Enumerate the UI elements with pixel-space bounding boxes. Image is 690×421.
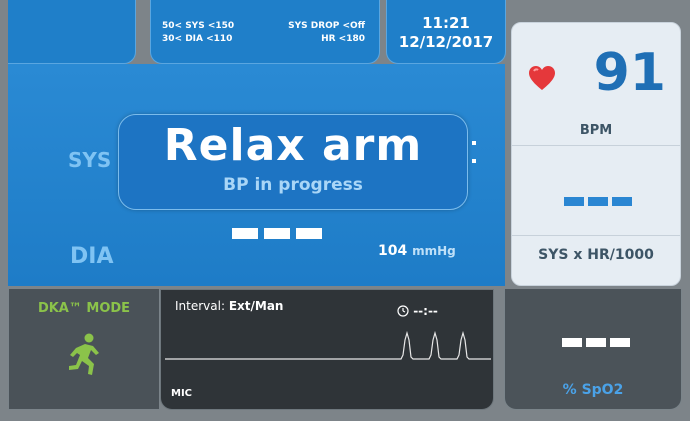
divider bbox=[512, 235, 680, 236]
stopwatch-icon bbox=[397, 304, 409, 320]
clock-time: 11:21 bbox=[422, 14, 470, 32]
waveform-source: MIC bbox=[171, 388, 193, 399]
cuff-pressure-value: 104 bbox=[378, 243, 408, 259]
shr-value-dash bbox=[612, 197, 632, 206]
top-left-cell bbox=[8, 0, 136, 64]
bp-value-dash bbox=[232, 228, 258, 239]
hr-unit: BPM bbox=[579, 123, 613, 138]
spo2-value-dash bbox=[610, 338, 630, 347]
dia-range-limit: 30< DIA <110 bbox=[162, 34, 233, 44]
cuff-pressure-unit: mmHg bbox=[412, 244, 456, 258]
running-man-icon bbox=[67, 333, 103, 381]
spo2-label: % SpO2 bbox=[562, 382, 624, 398]
relax-arm-popup: Relax arm BP in progress bbox=[118, 114, 468, 210]
interval-indicator: Interval: Ext/Man bbox=[175, 299, 283, 313]
dka-mode-panel[interactable]: DKA™ MODE bbox=[8, 289, 160, 410]
shr-value-dash bbox=[588, 197, 608, 206]
sys-range-limit: 50< SYS <150 bbox=[162, 21, 235, 31]
hr-limit: HR <180 bbox=[321, 34, 365, 44]
clock-date: 12/12/2017 bbox=[398, 33, 494, 51]
bp-value-dash bbox=[264, 228, 290, 239]
shr-value-dash bbox=[564, 197, 584, 206]
dka-mode-label: DKA™ MODE bbox=[37, 301, 131, 316]
spo2-value-dash bbox=[586, 338, 606, 347]
heart-icon bbox=[528, 65, 556, 95]
sys-drop-limit: SYS DROP <Off bbox=[288, 21, 365, 31]
separator-dot bbox=[472, 141, 476, 145]
pressure-waveform bbox=[165, 330, 491, 360]
bp-value-dash bbox=[296, 228, 322, 239]
separator-dot bbox=[472, 159, 476, 163]
spo2-panel[interactable]: % SpO2 bbox=[504, 289, 682, 410]
alarm-limits-box[interactable]: 50< SYS <150 30< DIA <110 SYS DROP <Off … bbox=[150, 0, 380, 64]
timer-value: --:-- bbox=[413, 304, 438, 318]
timer: --:-- bbox=[397, 304, 438, 320]
shr-label: SYS x HR/1000 bbox=[538, 247, 654, 263]
waveform-panel[interactable]: Interval: Ext/Man --:-- MIC bbox=[160, 289, 494, 410]
divider bbox=[512, 145, 680, 146]
sys-label: SYS bbox=[68, 148, 112, 172]
interval-label: Interval: bbox=[175, 299, 225, 313]
dia-label: DIA bbox=[70, 244, 114, 269]
hr-value: 91 bbox=[593, 43, 666, 103]
cuff-pressure: 104 mmHg bbox=[378, 243, 456, 259]
hr-panel[interactable]: 91 BPM SYS x HR/1000 bbox=[511, 22, 681, 286]
interval-value: Ext/Man bbox=[228, 299, 284, 313]
spo2-value-dash bbox=[562, 338, 582, 347]
popup-title: Relax arm bbox=[163, 120, 423, 171]
popup-subtitle: BP in progress bbox=[223, 175, 363, 195]
clock-box[interactable]: 11:21 12/12/2017 bbox=[386, 0, 506, 64]
